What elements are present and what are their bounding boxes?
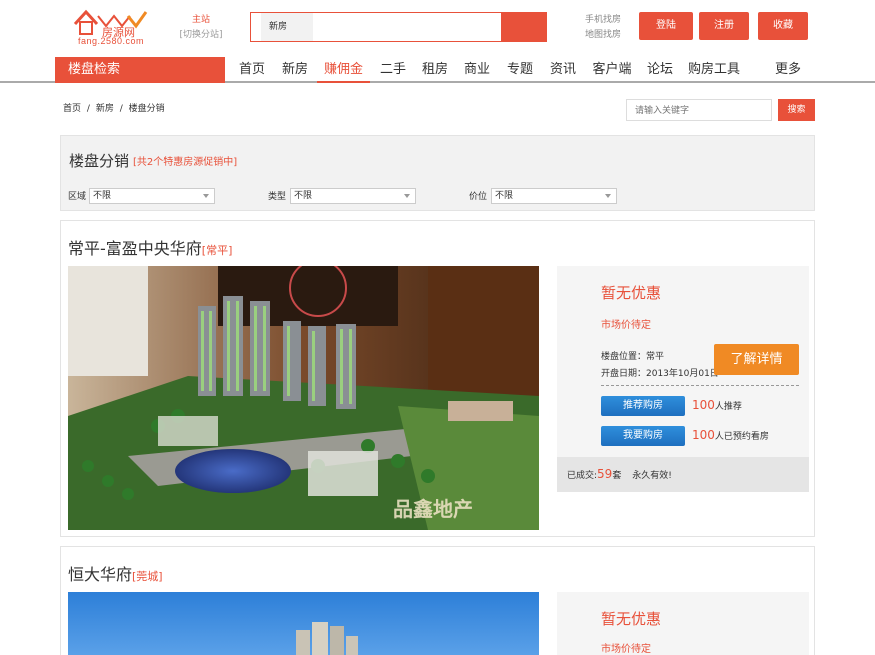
filter-type-value: 不限	[294, 191, 313, 201]
register-button[interactable]: 注册	[699, 12, 749, 40]
nav-item-home[interactable]: 首页	[238, 57, 266, 83]
listing-image[interactable]: 品鑫地产	[68, 266, 539, 530]
appointment-count: 100人已预约看房	[692, 428, 769, 442]
filter-area: 区域 不限	[68, 188, 218, 204]
deal-price: 市场价待定	[601, 320, 651, 331]
main-nav: 楼盘检索 首页 新房 赚佣金 二手 租房 商业 专题 资讯 客户端 论坛 购房工…	[0, 57, 875, 83]
nav-item-secondhand[interactable]: 二手	[379, 57, 407, 83]
nav-item-commission[interactable]: 赚佣金	[317, 57, 370, 83]
search-category-select[interactable]: 新房	[261, 13, 313, 41]
filter-type-label: 类型	[268, 192, 287, 202]
search-input[interactable]	[313, 13, 501, 41]
filter-price-value: 不限	[495, 191, 514, 201]
listing-location: 楼盘位置：常平	[601, 352, 665, 362]
deal-title: 暂无优惠	[601, 284, 662, 302]
deal-unit: 套	[612, 471, 622, 481]
filter-area-value: 不限	[93, 191, 112, 201]
listing-name[interactable]: 恒大华府	[68, 565, 132, 584]
filter-type-select[interactable]: 不限	[290, 188, 416, 204]
deal-number: 59	[597, 467, 613, 481]
quick-links: 手机找房 地图找房	[585, 13, 625, 43]
listing-side-panel: 暂无优惠 市场价待定	[557, 592, 809, 655]
listing-open-date: 开盘日期：2013年10月01日	[601, 369, 719, 379]
breadcrumb-home[interactable]: 首页	[63, 104, 81, 114]
nav-item-client[interactable]: 客户端	[591, 57, 633, 83]
filter-title: 楼盘分销	[69, 152, 130, 170]
chevron-down-icon	[203, 194, 209, 198]
listing-card: 常平-富盈中央华府[常平] 品鑫地产 暂无优惠 市场价待定 楼盘位置：常平 开盘…	[60, 220, 815, 537]
chevron-down-icon	[404, 194, 410, 198]
breadcrumb-current: 楼盘分销	[128, 104, 165, 114]
model-photo: 品鑫地产	[68, 266, 539, 530]
listing-title[interactable]: 常平-富盈中央华府[常平]	[68, 235, 232, 259]
recommend-button[interactable]: 推荐购房	[601, 396, 685, 416]
nav-title: 楼盘检索	[55, 57, 225, 83]
login-button[interactable]: 登陆	[639, 12, 693, 40]
nav-item-topics[interactable]: 专题	[506, 57, 534, 83]
filter-area-select[interactable]: 不限	[89, 188, 215, 204]
deal-note: 永久有效!	[632, 471, 672, 481]
divider	[601, 385, 799, 386]
mobile-find-link[interactable]: 手机找房	[585, 13, 625, 28]
logo-text: fang.2580.com	[77, 36, 145, 46]
deal-footer: 已成交:59套 永久有效!	[557, 457, 809, 492]
filter-panel: 楼盘分销 [共2个特惠房源促销中] 区域 不限 类型 不限 价位 不限	[60, 135, 815, 211]
nav-item-tools[interactable]: 购房工具	[688, 57, 740, 83]
chevron-down-icon	[605, 194, 611, 198]
nav-item-forum[interactable]: 论坛	[646, 57, 674, 83]
keyword-search-button[interactable]: 搜索	[778, 99, 815, 121]
map-find-link[interactable]: 地图找房	[585, 28, 625, 43]
search-box: 新房	[250, 12, 547, 42]
search-button[interactable]	[501, 12, 547, 42]
nav-item-new[interactable]: 新房	[281, 57, 309, 83]
filter-type: 类型 不限	[268, 188, 418, 204]
keyword-input[interactable]	[626, 99, 772, 121]
listing-image[interactable]	[68, 592, 539, 655]
site-switch: 主站 [切换分站]	[178, 13, 224, 43]
breadcrumb-sep: /	[86, 104, 90, 114]
switch-site-link[interactable]: [切换分站]	[178, 28, 224, 43]
logo-house-icon: 房源网	[73, 9, 148, 39]
appointment-number: 100	[692, 428, 715, 442]
filter-price-label: 价位	[469, 192, 488, 202]
recommend-count: 100人推荐	[692, 398, 742, 412]
listing-title[interactable]: 恒大华府[莞城]	[68, 561, 163, 585]
listing-card: 恒大华府[莞城] 暂无优惠 市场价待定	[60, 546, 815, 655]
building-photo	[68, 592, 539, 655]
recommend-suffix: 人推荐	[714, 402, 742, 412]
filter-area-label: 区域	[68, 192, 87, 202]
breadcrumb-sep: /	[119, 104, 123, 114]
filter-price-select[interactable]: 不限	[491, 188, 617, 204]
learn-more-button[interactable]: 了解详情	[714, 344, 799, 375]
deal-prefix: 已成交:	[567, 471, 598, 481]
filter-count: [共2个特惠房源促销中]	[133, 157, 238, 168]
filter-price: 价位 不限	[469, 188, 619, 204]
favorite-button[interactable]: 收藏	[758, 12, 808, 40]
image-watermark: 品鑫地产	[393, 497, 473, 521]
want-buy-button[interactable]: 我要购房	[601, 426, 685, 446]
deal-price: 市场价待定	[601, 644, 651, 655]
breadcrumb: 首页 / 新房 / 楼盘分销	[63, 101, 168, 114]
recommend-number: 100	[692, 398, 715, 412]
nav-item-more[interactable]: 更多	[774, 57, 802, 83]
listing-name[interactable]: 常平-富盈中央华府	[68, 239, 202, 258]
breadcrumb-new[interactable]: 新房	[96, 104, 114, 114]
listing-district[interactable]: [常平]	[202, 244, 233, 257]
nav-item-news[interactable]: 资讯	[549, 57, 577, 83]
nav-item-commercial[interactable]: 商业	[463, 57, 491, 83]
header: 房源网 fang.2580.com 主站 [切换分站] 新房 手机找房 地图找房…	[0, 0, 875, 56]
site-main-link[interactable]: 主站	[178, 13, 224, 28]
appointment-suffix: 人已预约看房	[714, 432, 769, 442]
nav-item-rent[interactable]: 租房	[421, 57, 449, 83]
site-logo[interactable]: 房源网 fang.2580.com	[72, 6, 150, 48]
listing-district[interactable]: [莞城]	[132, 570, 163, 583]
deal-title: 暂无优惠	[601, 610, 662, 628]
